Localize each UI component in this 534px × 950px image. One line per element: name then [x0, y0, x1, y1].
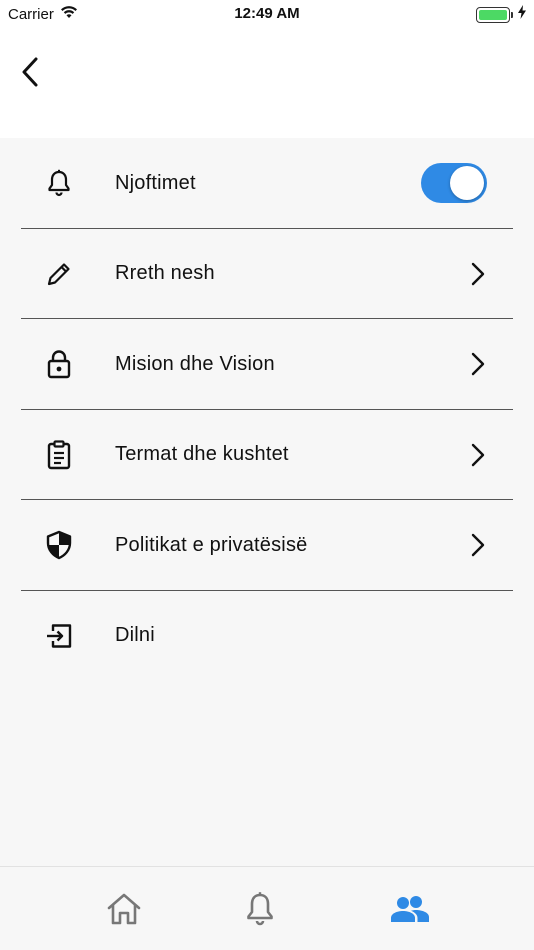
menu-item-label: Rreth nesh	[115, 262, 215, 285]
back-button[interactable]	[10, 50, 50, 94]
menu-item-privacy[interactable]: Politikat e privatësisë	[0, 500, 534, 591]
header	[0, 28, 534, 138]
menu-item-label: Politikat e privatësisë	[115, 533, 308, 556]
chevron-right-icon	[468, 351, 488, 377]
chevron-left-icon	[22, 57, 38, 87]
bell-icon	[44, 168, 74, 198]
chevron-right-icon	[468, 442, 488, 468]
menu-item-label: Mision dhe Vision	[115, 352, 275, 375]
menu-item-notifications[interactable]: Njoftimet	[0, 138, 534, 229]
logout-icon	[44, 621, 74, 651]
menu-item-label: Dilni	[115, 624, 155, 647]
tab-notifications[interactable]	[240, 889, 280, 929]
tab-people[interactable]	[390, 889, 430, 929]
bell-icon	[247, 892, 273, 926]
charging-bolt-icon	[518, 5, 526, 24]
shield-icon	[44, 530, 74, 560]
toggle-knob	[450, 166, 484, 201]
people-icon	[391, 896, 429, 922]
status-right-group	[476, 5, 526, 24]
status-time: 12:49 AM	[234, 5, 300, 22]
menu-item-mission[interactable]: Mision dhe Vision	[0, 319, 534, 410]
notifications-toggle[interactable]	[421, 163, 487, 204]
tab-home[interactable]	[104, 889, 144, 929]
chevron-right-icon	[468, 261, 488, 287]
settings-menu: Njoftimet Rreth nesh Mision dhe Vision T…	[0, 138, 534, 681]
chevron-right-icon	[468, 532, 488, 558]
menu-item-label: Termat dhe kushtet	[115, 443, 289, 466]
menu-item-label: Njoftimet	[115, 171, 196, 194]
menu-item-logout[interactable]: Dilni	[0, 591, 534, 682]
battery-icon	[476, 6, 513, 23]
home-icon	[107, 893, 141, 925]
menu-item-about[interactable]: Rreth nesh	[0, 229, 534, 319]
status-bar: Carrier 12:49 AM	[0, 0, 534, 28]
menu-item-terms[interactable]: Termat dhe kushtet	[0, 410, 534, 500]
tab-bar	[0, 866, 534, 950]
clipboard-icon	[44, 440, 74, 470]
lock-icon	[44, 349, 74, 379]
pencil-icon	[44, 259, 74, 289]
